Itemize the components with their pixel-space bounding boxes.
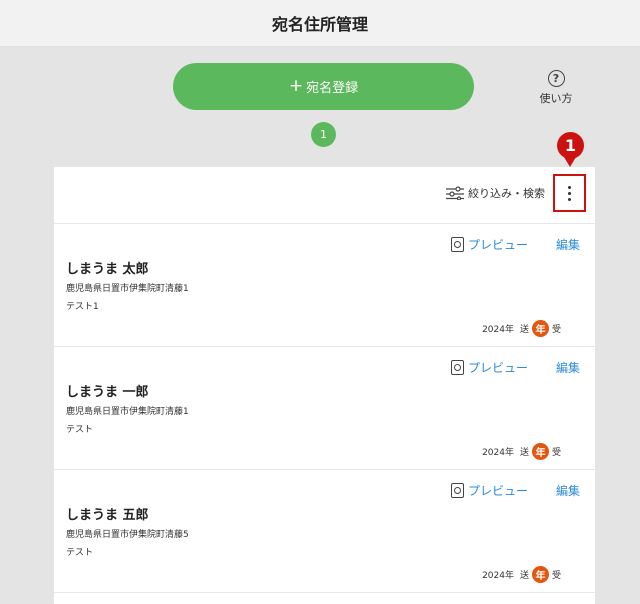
help-icon: ? [547,70,565,87]
more-vertical-icon-dot [568,197,571,201]
status-year: 2024年 [482,571,514,581]
recipient-address: 鹿児島県日置市伊集院町清藤5 [66,530,189,540]
preview-label: プレビュー [467,238,528,252]
page-title: 宛名住所管理 [271,15,368,34]
preview-magnifier-icon [450,237,464,252]
address-list-panel: 絞り込み・検索 プレビュー 編集 しまうま 太郎 鹿児島県日置市伊集院町清藤1 … [54,167,595,604]
preview-label: プレビュー [467,361,528,375]
edit-link[interactable]: 編集 [556,482,580,499]
plus-icon: + [288,76,304,96]
callout-marker: 1 [557,132,584,159]
card-status: 2024年 送 年 受 [482,320,561,337]
recipient-name: しまうま 五郎 [66,508,149,523]
nen-badge: 年 [531,320,549,337]
status-year: 2024年 [482,448,514,458]
nen-badge: 年 [531,566,549,583]
filter-search-label: 絞り込み・検索 [468,187,545,200]
recipient-address: 鹿児島県日置市伊集院町清藤1 [66,407,189,417]
recipient-note: テスト [66,548,94,558]
card-actions: プレビュー 編集 [450,482,580,499]
list-toolbar: 絞り込み・検索 [54,167,595,224]
more-options-button[interactable] [553,174,586,212]
more-vertical-icon-dot [568,191,571,195]
preview-link[interactable]: プレビュー [450,359,528,376]
recipient-address: 鹿児島県日置市伊集院町清藤1 [66,284,189,294]
recipient-name: しまうま 一郎 [66,385,149,400]
status-year: 2024年 [482,325,514,335]
card-actions: プレビュー 編集 [450,236,580,253]
received-label: 受 [551,571,561,581]
preview-magnifier-icon [450,483,464,498]
filter-sliders-icon [446,186,464,200]
register-address-button[interactable]: + 宛名登録 [173,63,474,110]
address-card: プレビュー 編集 しまうま 五郎 鹿児島県日置市伊集院町清藤5 テスト 2024… [54,470,595,593]
nen-badge: 年 [531,443,549,460]
address-card: プレビュー 編集 しまうま 太郎 鹿児島県日置市伊集院町清藤1 テスト1 202… [54,224,595,347]
register-button-label: 宛名登録 [306,81,359,96]
edit-link[interactable]: 編集 [556,236,580,253]
more-vertical-icon [568,185,571,189]
recipient-name: しまうま 太郎 [66,262,149,277]
received-label: 受 [551,448,561,458]
page-number-badge[interactable]: 1 [311,122,336,147]
help-label: 使い方 [539,92,573,105]
sent-label: 送 [519,571,529,581]
app-header: 宛名住所管理 [0,0,640,47]
help-button[interactable]: ? 使い方 [536,70,576,106]
card-actions: プレビュー 編集 [450,359,580,376]
card-status: 2024年 送 年 受 [482,566,561,583]
card-status: 2024年 送 年 受 [482,443,561,460]
preview-label: プレビュー [467,484,528,498]
preview-link[interactable]: プレビュー [450,236,528,253]
filter-search-button[interactable]: 絞り込み・検索 [446,185,545,201]
recipient-note: テスト1 [66,302,99,312]
recipient-note: テスト [66,425,94,435]
callout-arrow [564,157,576,167]
received-label: 受 [551,325,561,335]
preview-magnifier-icon [450,360,464,375]
edit-link[interactable]: 編集 [556,359,580,376]
sent-label: 送 [519,448,529,458]
address-card: プレビュー 編集 しまうま 一郎 鹿児島県日置市伊集院町清藤1 テスト 2024… [54,347,595,470]
preview-link[interactable]: プレビュー [450,482,528,499]
sent-label: 送 [519,325,529,335]
